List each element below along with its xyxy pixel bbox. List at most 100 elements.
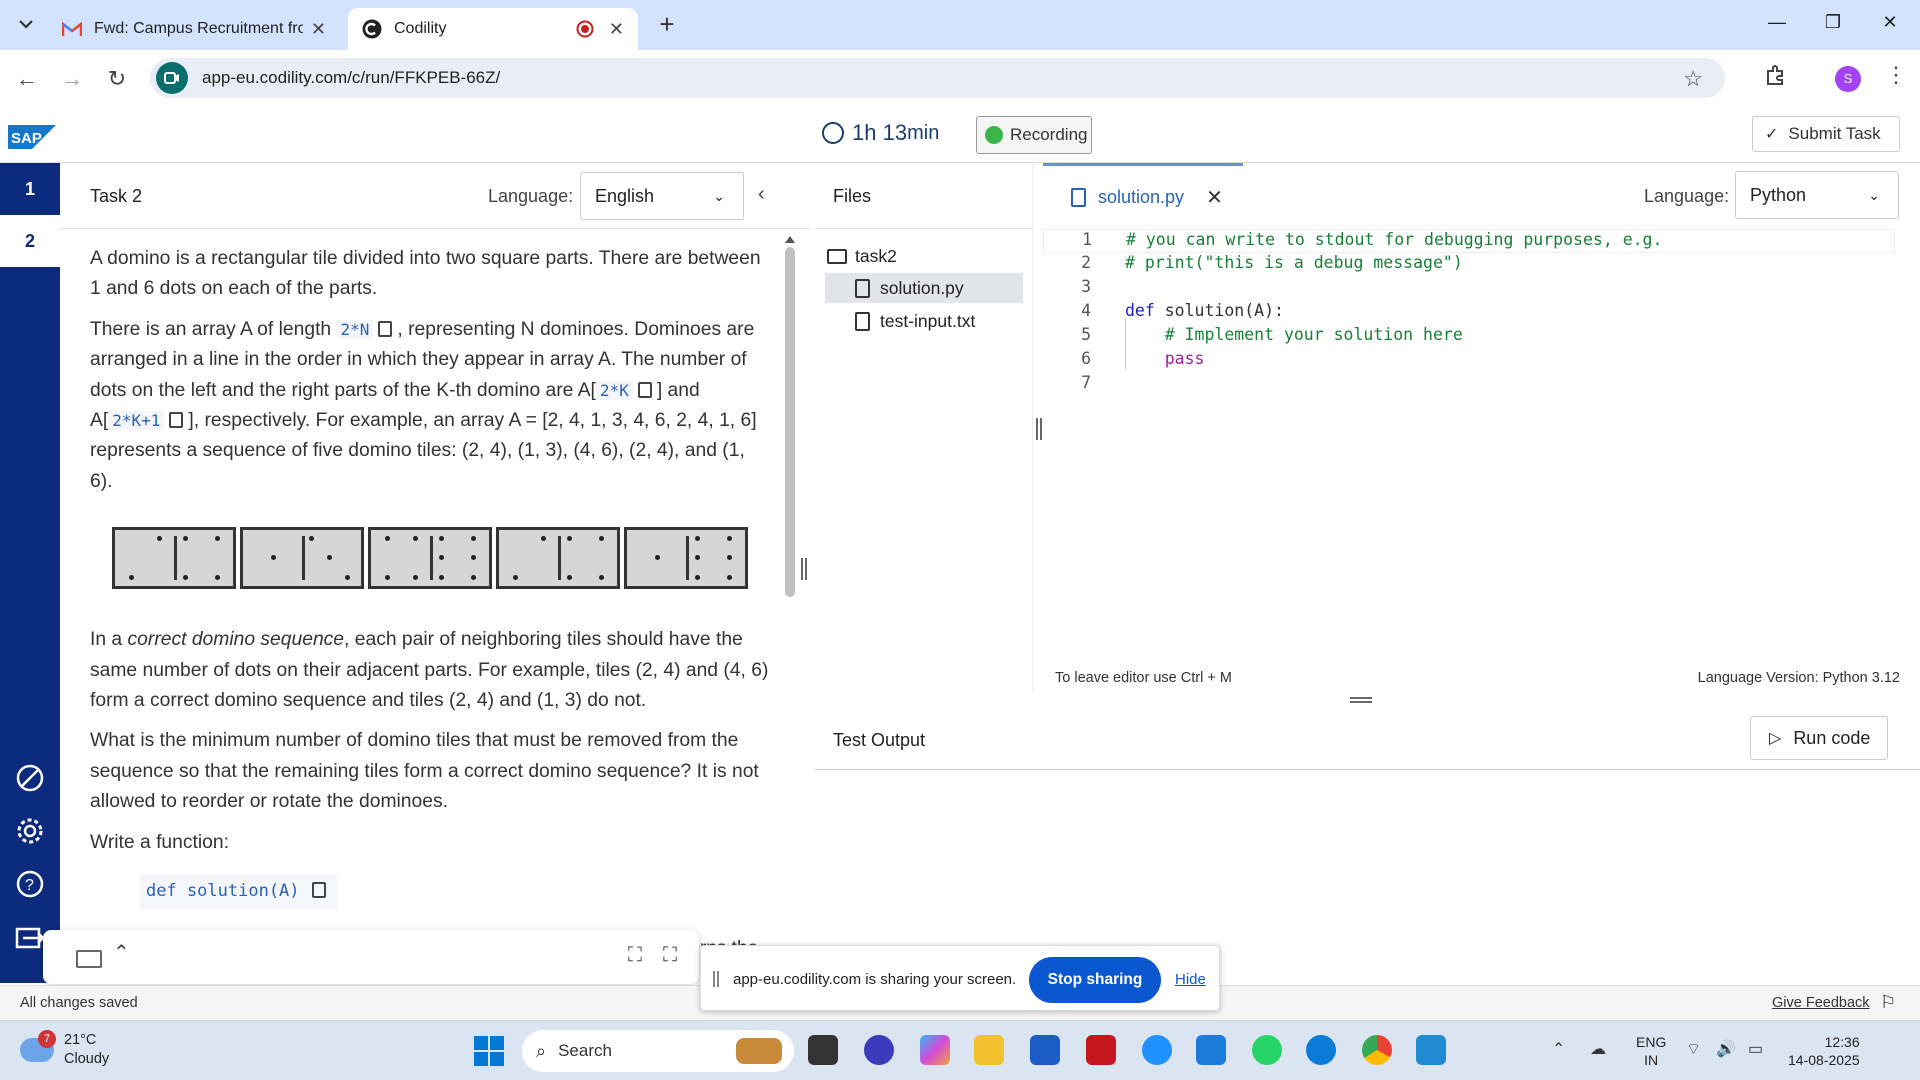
whatsapp-icon[interactable] bbox=[1252, 1035, 1282, 1065]
battery-icon[interactable]: ▭ bbox=[1748, 1039, 1763, 1059]
network-cloud-icon[interactable]: ☁ bbox=[1590, 1039, 1606, 1059]
chevron-up-icon[interactable]: ⌃ bbox=[113, 940, 130, 965]
inline-code: 2*K+1 bbox=[108, 411, 165, 431]
bookmark-star-icon[interactable]: ☆ bbox=[1683, 66, 1703, 92]
input-language[interactable]: ENG IN bbox=[1636, 1033, 1666, 1069]
edge-icon[interactable] bbox=[1306, 1035, 1336, 1065]
code-text: # print("this is a debug message") bbox=[1125, 253, 1463, 272]
rail-task-2[interactable]: 2 bbox=[0, 215, 60, 267]
help-app-icon[interactable] bbox=[1142, 1035, 1172, 1065]
timer-unit: min bbox=[907, 121, 940, 144]
copilot-icon[interactable] bbox=[920, 1035, 950, 1065]
settings-gear-icon[interactable] bbox=[15, 816, 45, 846]
collapse-panel-icon[interactable]: ‹ bbox=[758, 183, 765, 206]
clock-date: 14-08-2025 bbox=[1788, 1052, 1860, 1068]
chevron-up-icon[interactable]: ⌃ bbox=[1552, 1039, 1565, 1059]
windows-start-icon[interactable] bbox=[474, 1036, 504, 1066]
code-editor[interactable]: 1 # you can write to stdout for debuggin… bbox=[1043, 229, 1895, 665]
submit-task-button[interactable]: ✓ Submit Task bbox=[1752, 116, 1900, 152]
accessibility-off-icon[interactable] bbox=[15, 763, 45, 793]
mcafee-icon[interactable] bbox=[1086, 1035, 1116, 1065]
myhp-icon[interactable] bbox=[1196, 1035, 1226, 1065]
lang-top: ENG bbox=[1636, 1034, 1667, 1050]
chevron-down-icon bbox=[19, 20, 33, 29]
svg-text:?: ? bbox=[25, 877, 34, 894]
scroll-up-icon[interactable] bbox=[785, 235, 795, 243]
taskbar-clock[interactable]: 12:36 14-08-2025 bbox=[1788, 1033, 1860, 1069]
scrollbar-thumb[interactable] bbox=[785, 247, 795, 597]
code-keyword: def bbox=[1125, 301, 1155, 320]
run-code-button[interactable]: ▷ Run code bbox=[1750, 716, 1888, 760]
line-number: 4 bbox=[1081, 301, 1091, 320]
fullscreen-icon[interactable]: ⛶ bbox=[663, 944, 677, 967]
window-close-icon[interactable]: ✕ bbox=[1875, 12, 1905, 33]
horizontal-split-handle[interactable] bbox=[1350, 697, 1372, 703]
vertical-split-handle[interactable] bbox=[801, 558, 807, 580]
copy-icon[interactable] bbox=[378, 320, 393, 337]
profile-avatar[interactable]: S bbox=[1835, 66, 1861, 92]
extensions-icon[interactable] bbox=[1765, 64, 1787, 92]
tab-gmail[interactable]: Fwd: Campus Recruitment from ✕ bbox=[48, 8, 340, 50]
camera-icon[interactable] bbox=[76, 950, 102, 968]
line-number: 7 bbox=[1081, 373, 1091, 392]
line-number: 1 bbox=[1082, 230, 1092, 249]
weather-widget[interactable]: 7 21°C Cloudy bbox=[20, 1030, 109, 1069]
stop-sharing-button[interactable]: Stop sharing bbox=[1029, 957, 1161, 1003]
editor-tab-solution[interactable]: solution.py ✕ bbox=[1043, 163, 1243, 229]
close-icon[interactable]: ✕ bbox=[609, 19, 624, 40]
sap-logo: SAP bbox=[8, 125, 56, 149]
share-message: app-eu.codility.com is sharing your scre… bbox=[733, 971, 1017, 988]
address-bar[interactable]: app-eu.codility.com/c/run/FFKPEB-66Z/ ☆ bbox=[150, 58, 1725, 98]
back-arrow-icon[interactable]: ← bbox=[12, 64, 42, 94]
volume-icon[interactable]: 🔊 bbox=[1716, 1039, 1736, 1059]
file-item[interactable]: test-input.txt bbox=[825, 306, 1023, 336]
wifi-icon[interactable]: ⌔ bbox=[1686, 1039, 1701, 1059]
recording-status[interactable]: Recording bbox=[976, 116, 1092, 154]
help-icon[interactable]: ? bbox=[15, 869, 45, 899]
tab-codility[interactable]: Codility ✕ bbox=[348, 8, 638, 50]
task-language-select[interactable]: English ⌄ bbox=[580, 172, 744, 220]
rail-task-1[interactable]: 1 bbox=[0, 163, 60, 215]
task-scrollbar[interactable] bbox=[785, 235, 795, 605]
task-view-icon[interactable] bbox=[808, 1035, 838, 1065]
code-text: def solution(A) bbox=[146, 881, 300, 902]
copy-icon[interactable] bbox=[311, 882, 326, 899]
browser-menu-icon[interactable]: ⋮ bbox=[1885, 62, 1907, 88]
vertical-split-handle[interactable] bbox=[1036, 418, 1042, 440]
copy-icon[interactable] bbox=[637, 381, 652, 398]
domino-tile bbox=[624, 527, 748, 590]
close-icon[interactable]: ✕ bbox=[311, 19, 326, 40]
meet-icon[interactable] bbox=[864, 1035, 894, 1065]
store-icon[interactable] bbox=[1030, 1035, 1060, 1065]
checkmark-icon: ✓ bbox=[1765, 126, 1779, 143]
task-paragraph: What is the minimum number of domino til… bbox=[90, 730, 759, 813]
restore-icon[interactable]: ❐ bbox=[1818, 12, 1848, 33]
minimize-icon[interactable]: — bbox=[1762, 12, 1792, 33]
search-icon: ⌕ bbox=[536, 1040, 547, 1061]
close-icon[interactable]: ✕ bbox=[1206, 185, 1223, 210]
copy-icon[interactable] bbox=[169, 412, 184, 429]
file-item[interactable]: solution.py bbox=[825, 273, 1023, 303]
flag-icon[interactable]: ⚐ bbox=[1880, 992, 1896, 1013]
editor-footer: To leave editor use Ctrl + M Language Ve… bbox=[1043, 665, 1920, 693]
site-info-icon[interactable] bbox=[156, 62, 188, 94]
exit-icon[interactable] bbox=[15, 923, 45, 953]
give-feedback-link[interactable]: Give Feedback bbox=[1772, 995, 1870, 1011]
tab-search-button[interactable] bbox=[12, 10, 40, 38]
file-explorer-icon[interactable] bbox=[974, 1035, 1004, 1065]
reload-icon[interactable]: ↻ bbox=[102, 64, 132, 94]
forward-arrow-icon[interactable]: → bbox=[57, 64, 87, 94]
hide-link[interactable]: Hide bbox=[1175, 971, 1206, 988]
taskbar-search[interactable]: ⌕ Search bbox=[522, 1030, 794, 1072]
editor-hint: To leave editor use Ctrl + M bbox=[1055, 670, 1232, 686]
editor-language-select[interactable]: Python ⌄ bbox=[1735, 171, 1899, 219]
vscode-icon[interactable] bbox=[1416, 1035, 1446, 1065]
new-tab-button[interactable]: + bbox=[652, 10, 682, 40]
test-output-header: Test Output ▷ Run code bbox=[815, 708, 1920, 770]
minimize-view-icon[interactable]: ⛶ bbox=[628, 944, 642, 967]
domino-tile bbox=[112, 527, 236, 590]
code-line: 1 # you can write to stdout for debuggin… bbox=[1043, 229, 1895, 253]
folder-item[interactable]: task2 bbox=[825, 241, 1023, 271]
chrome-icon[interactable] bbox=[1362, 1035, 1392, 1065]
drag-handle-icon[interactable] bbox=[713, 971, 719, 987]
